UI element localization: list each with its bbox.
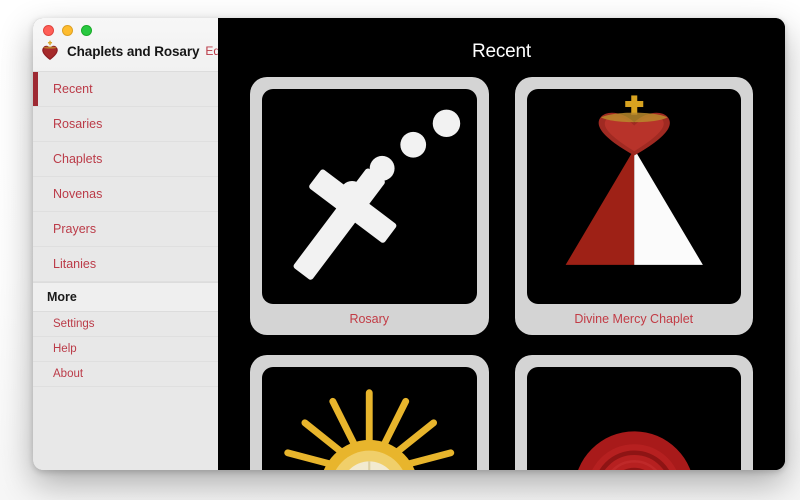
card-label: Rosary	[349, 311, 390, 326]
sidebar-item-prayers[interactable]: Prayers	[33, 212, 218, 247]
sidebar-item-help[interactable]: Help	[33, 337, 218, 362]
card-divine-mercy-chaplet[interactable]: Divine Mercy Chaplet	[514, 77, 753, 335]
sidebar-item-recent[interactable]: Recent	[33, 72, 218, 107]
app-title: Chaplets and Rosary	[67, 43, 200, 59]
sidebar-item-label: Help	[53, 343, 77, 355]
card-label: Divine Mercy Chaplet	[574, 311, 694, 326]
traffic-light-group	[43, 25, 92, 36]
main-content: Recent Rosary Divine Mercy Chaplet	[218, 18, 785, 470]
page-title: Recent	[471, 41, 531, 62]
sidebar-item-label: Prayers	[53, 222, 97, 236]
sidebar-item-label: Rosaries	[53, 117, 103, 131]
rosary-cross-beads-icon	[293, 109, 461, 280]
card-rose[interactable]	[514, 354, 753, 470]
sidebar-item-rosaries[interactable]: Rosaries	[33, 107, 218, 142]
card-artwork	[526, 89, 741, 304]
card-artwork	[262, 89, 477, 304]
sidebar-item-label: Litanies	[53, 257, 97, 271]
minimize-button[interactable]	[62, 25, 73, 36]
zoom-button[interactable]	[81, 25, 92, 36]
card-rosary[interactable]: Rosary	[250, 77, 489, 335]
app-window: Chaplets and Rosary Edit Recent Rosaries…	[33, 18, 785, 470]
sidebar-item-about[interactable]: About	[33, 362, 218, 387]
sidebar-item-label: Recent	[53, 82, 93, 96]
sidebar-item-settings[interactable]: Settings	[33, 312, 218, 337]
sidebar: Chaplets and Rosary Edit Recent Rosaries…	[33, 18, 226, 470]
sidebar-section-label: More	[47, 290, 77, 304]
sidebar-item-novenas[interactable]: Novenas	[33, 177, 218, 212]
sacred-heart-icon	[42, 40, 58, 60]
window-titlebar[interactable]: Chaplets and Rosary Edit	[33, 18, 226, 72]
sidebar-nav-list[interactable]: Recent Rosaries Chaplets Novenas Prayers…	[33, 72, 218, 470]
sidebar-item-chaplets[interactable]: Chaplets	[33, 142, 218, 177]
close-button[interactable]	[43, 25, 54, 36]
card-monstrance[interactable]	[250, 354, 489, 470]
sidebar-item-litanies[interactable]: Litanies	[33, 247, 218, 282]
sidebar-item-label: Novenas	[53, 187, 103, 201]
monstrance-icon	[284, 388, 455, 470]
title-row: Chaplets and Rosary Edit	[33, 40, 226, 62]
sidebar-item-label: About	[53, 368, 84, 380]
card-artwork	[262, 366, 477, 470]
sidebar-item-label: Chaplets	[53, 152, 103, 166]
divine-mercy-rays-icon	[565, 95, 703, 265]
card-grid: Rosary Divine Mercy Chaplet	[218, 71, 785, 470]
red-rose-icon	[577, 430, 691, 470]
card-artwork	[526, 366, 741, 470]
sidebar-section-more: More	[33, 282, 218, 312]
sidebar-item-label: Settings	[53, 318, 95, 330]
